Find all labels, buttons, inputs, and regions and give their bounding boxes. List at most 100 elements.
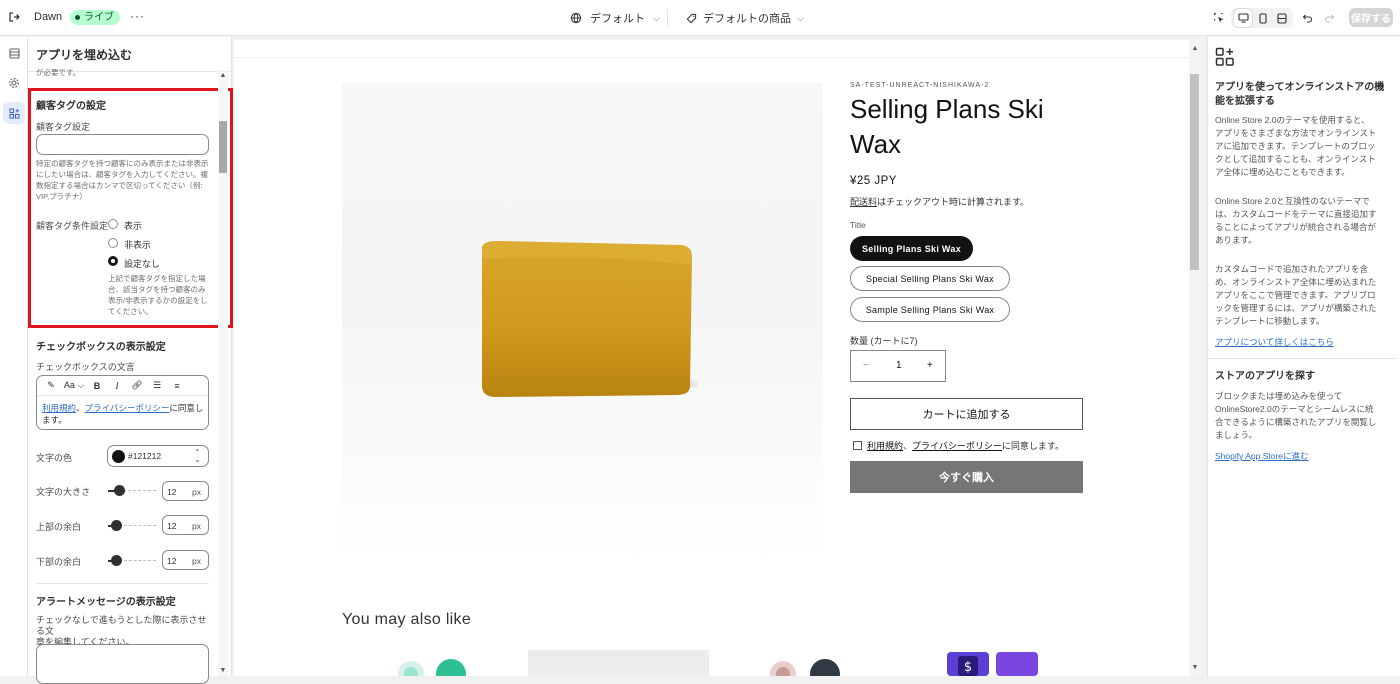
variant-pill-selected[interactable]: Selling Plans Ski Wax [850,236,973,261]
shipping-link[interactable]: 配送料 [850,197,877,207]
rte-content[interactable]: 利用規約、プライバシーポリシーに同意し ます。 [42,402,207,426]
desktop-icon[interactable] [1234,9,1252,27]
variant-pill[interactable]: Sample Selling Plans Ski Wax [850,297,1010,322]
save-button[interactable]: 保存する [1349,8,1393,27]
learn-about-apps-link[interactable]: アプリについて詳しくはこちら [1215,336,1334,348]
undo-icon[interactable] [1298,9,1316,27]
select-arrows-icon: ⌃ ⌄ [194,448,201,464]
add-to-cart-button[interactable]: カートに追加する [850,398,1083,430]
shipping-note: 配送料はチェックアウト時に計算されます。 [850,195,1029,208]
sections-icon [8,47,20,59]
paragraph-line: あります。 [1215,235,1257,245]
rte-toolbar: ✎ Aa ⌵ B I 🔗︎ ☰ ≡ [37,376,208,396]
numbered-list-icon[interactable]: ≡ [167,381,187,391]
quantity-label: 数量 (カートに7) [850,336,918,346]
svg-text:$: $ [964,660,972,675]
product-selector-label: デフォルトの商品 [703,13,791,25]
sidebar-item-app-embeds[interactable] [3,102,25,124]
redo-icon[interactable] [1320,9,1338,27]
font-size-label: 文字の大きさ [36,487,91,497]
product-selector[interactable]: デフォルトの商品 ⌵ [686,10,804,26]
app-info-heading: アプリを使ってオンラインストアの機 能を拡張する [1215,81,1384,109]
bullet-list-icon[interactable]: ☰ [147,380,167,391]
recommendation-thumbnail[interactable] [395,650,470,684]
font-size-slider[interactable] [114,485,125,496]
terms-link[interactable]: 利用規約 [42,403,76,413]
recommendation-thumbnail[interactable] [528,650,709,676]
product-title-line: Wax [850,129,902,159]
live-dot-icon [75,15,80,20]
quantity-value[interactable]: 1 [896,360,902,371]
font-size-input[interactable]: 12 px [162,481,209,501]
paragraph-line: クとして追加することも、オンラインスト [1215,154,1376,164]
sidebar-item-sections[interactable] [3,42,25,64]
variant-option-label: Title [850,220,866,230]
agree-checkbox[interactable] [853,441,862,450]
rte-suffix: に同意し [169,403,204,413]
template-selector-label: デフォルト [590,13,645,25]
agree-suffix: に同意します。 [1001,441,1064,451]
bottom-margin-input[interactable]: 12 px [162,550,209,570]
panel-title: アプリを埋め込む [36,48,133,62]
top-margin-slider[interactable] [111,520,122,531]
scroll-up-arrow-icon[interactable]: ▲ [219,72,227,79]
text-style-dropdown[interactable]: Aa ⌵ [61,380,87,391]
scroll-down-arrow-icon[interactable]: ▼ [1190,664,1200,671]
paragraph-line: アプリをさまざまな方法でオンラインスト [1215,128,1377,138]
bottom-margin-slider[interactable] [111,555,122,566]
shopify-app-store-link[interactable]: Shopify App Storeに進む [1215,450,1309,462]
exit-icon[interactable] [5,8,23,26]
explore-apps-paragraph: ブロックまたは埋め込みを使って OnlineStore2.0のテーマとシームレス… [1215,390,1395,442]
product-title-line: Selling Plans Ski [850,94,1044,124]
highlight-box [28,88,233,328]
link-icon[interactable]: 🔗︎ [127,380,147,391]
recommendation-thumbnail[interactable] [765,650,845,684]
toolbar-divider [667,9,668,27]
paragraph-line: ックを管理するには、アプリが構築された [1215,303,1377,313]
paragraph-line: ブロックまたは埋め込みを使って [1215,391,1343,401]
paragraph-line: は、カスタムコードをテーマに直接追加す [1215,209,1377,219]
variant-pill[interactable]: Special Selling Plans Ski Wax [850,266,1010,291]
number-value: 12 [167,556,177,566]
app-embeds-icon [9,108,19,118]
app-info-paragraph: Online Store 2.0のテーマを使用すると、 アプリをさまざまな方法で… [1215,114,1395,179]
template-selector[interactable]: デフォルト ⌵ [570,10,660,26]
top-margin-input[interactable]: 12 px [162,515,209,535]
privacy-link[interactable]: プライバシーポリシー [85,403,170,413]
buy-now-button[interactable]: 今すぐ購入 [850,461,1083,493]
privacy-link[interactable]: プライバシーポリシー [912,441,1002,451]
more-actions-button[interactable]: ··· [130,9,145,23]
inspector-icon[interactable] [1210,9,1228,27]
section-divider [36,583,209,584]
italic-button[interactable]: I [107,381,127,391]
magic-icon[interactable]: ✎ [41,380,61,391]
terms-link[interactable]: 利用規約 [867,441,903,451]
paragraph-line: カスタムコードで追加されたアプリを含 [1215,264,1369,274]
scroll-up-arrow-icon[interactable]: ▲ [1190,45,1200,52]
fullscreen-icon[interactable] [1273,9,1291,27]
text-color-picker[interactable]: #121212 ⌃ ⌄ [107,445,209,467]
unit-label: px [192,487,201,497]
alert-settings-heading: アラートメッセージの表示設定 [36,597,176,608]
settings-gear-icon [9,78,19,88]
rich-text-editor[interactable]: ✎ Aa ⌵ B I 🔗︎ ☰ ≡ 利用規約、プライバシーポリシーに同意し ます。 [36,375,209,430]
bold-button[interactable]: B [87,381,107,391]
agree-separator: 、 [903,441,913,451]
alert-message-textarea[interactable] [36,644,209,684]
checkbox-text-label: チェックボックスの文言 [36,362,135,372]
chevron-down-icon: ⌵ [797,12,804,23]
text-color-label: 文字の色 [36,453,73,463]
paragraph-line: OnlineStore2.0のテーマとシームレスに統 [1215,404,1374,414]
scroll-down-arrow-icon[interactable]: ▼ [219,667,227,674]
left-scrollbar-thumb[interactable] [219,121,227,173]
sidebar-item-theme-settings[interactable] [3,72,25,94]
chevron-down-icon: ⌵ [653,12,660,23]
recommendation-thumbnail[interactable]: $ [946,650,1041,679]
product-image[interactable] [342,83,823,564]
paragraph-line: Online Store 2.0のテーマを使用すると、 [1215,115,1370,125]
quantity-plus-button[interactable]: + [927,360,933,371]
quantity-minus-button[interactable]: − [863,360,869,371]
mobile-icon[interactable] [1254,9,1272,27]
preview-scrollbar-thumb[interactable] [1190,74,1199,270]
globe-icon [570,12,582,24]
